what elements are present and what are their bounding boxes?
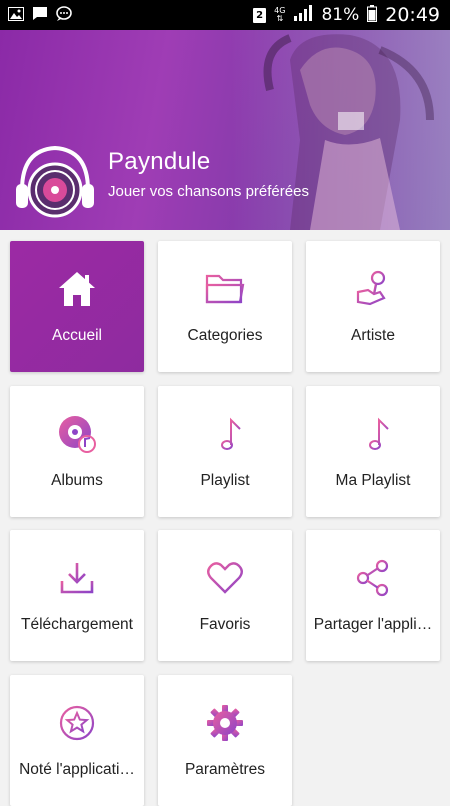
app-logo-icon — [16, 145, 94, 218]
menu-tile-albums[interactable]: Albums — [10, 386, 144, 517]
playlist-icon — [353, 414, 393, 454]
battery-icon — [367, 4, 378, 26]
network-type: 4G ⇅ — [274, 6, 286, 23]
menu-tile-accueil[interactable]: Accueil — [10, 241, 144, 372]
chat-notification-icon — [56, 5, 72, 25]
microphone-icon — [353, 269, 393, 309]
menu-tile-favoris[interactable]: Favoris — [158, 530, 292, 661]
album-disc-icon — [57, 414, 97, 454]
menu-label-telechargement: Téléchargement — [20, 616, 133, 633]
menu-label-artiste: Artiste — [351, 327, 395, 344]
sim-slot-badge: 2 — [253, 7, 267, 23]
menu-tile-playlist[interactable]: Playlist — [158, 386, 292, 517]
menu-tile-ma-playlist[interactable]: Ma Playlist — [306, 386, 440, 517]
playlist-icon — [205, 414, 245, 454]
menu-tile-categories[interactable]: Categories — [158, 241, 292, 372]
header-banner: Payndule Jouer vos chansons préférées — [0, 30, 450, 230]
gallery-notification-icon — [8, 6, 24, 25]
menu-label-parametres: Paramètres — [184, 761, 266, 778]
menu-label-playlist: Playlist — [200, 472, 250, 489]
share-icon — [353, 558, 393, 598]
app-name: Payndule — [108, 148, 211, 175]
star-icon — [57, 703, 97, 743]
menu-label-ma-playlist: Ma Playlist — [335, 472, 411, 489]
menu-label-favoris: Favoris — [199, 616, 251, 633]
menu-tile-telechargement[interactable]: Téléchargement — [10, 530, 144, 661]
gear-icon — [205, 703, 245, 743]
battery-percent: 81% — [321, 5, 360, 25]
folder-icon — [205, 269, 245, 309]
menu-label-noter: Noté l'applicati… — [19, 761, 135, 778]
status-bar: 2 4G ⇅ 81% 20:49 — [0, 0, 450, 30]
menu-tile-artiste[interactable]: Artiste — [306, 241, 440, 372]
signal-strength-icon — [293, 5, 313, 25]
menu-label-albums: Albums — [51, 472, 103, 489]
download-icon — [57, 558, 97, 598]
menu-label-accueil: Accueil — [52, 327, 102, 344]
menu-label-partager: Partager l'appli… — [313, 616, 433, 633]
heart-icon — [205, 558, 245, 598]
home-icon — [57, 269, 97, 309]
message-notification-icon — [32, 6, 48, 25]
header-background-photo — [230, 30, 450, 230]
menu-tile-noter[interactable]: Noté l'applicati… — [10, 675, 144, 806]
clock: 20:49 — [385, 4, 440, 26]
menu-tile-partager[interactable]: Partager l'appli… — [306, 530, 440, 661]
menu-tile-parametres[interactable]: Paramètres — [158, 675, 292, 806]
app-tagline: Jouer vos chansons préférées — [108, 183, 309, 200]
menu-label-categories: Categories — [187, 327, 263, 344]
